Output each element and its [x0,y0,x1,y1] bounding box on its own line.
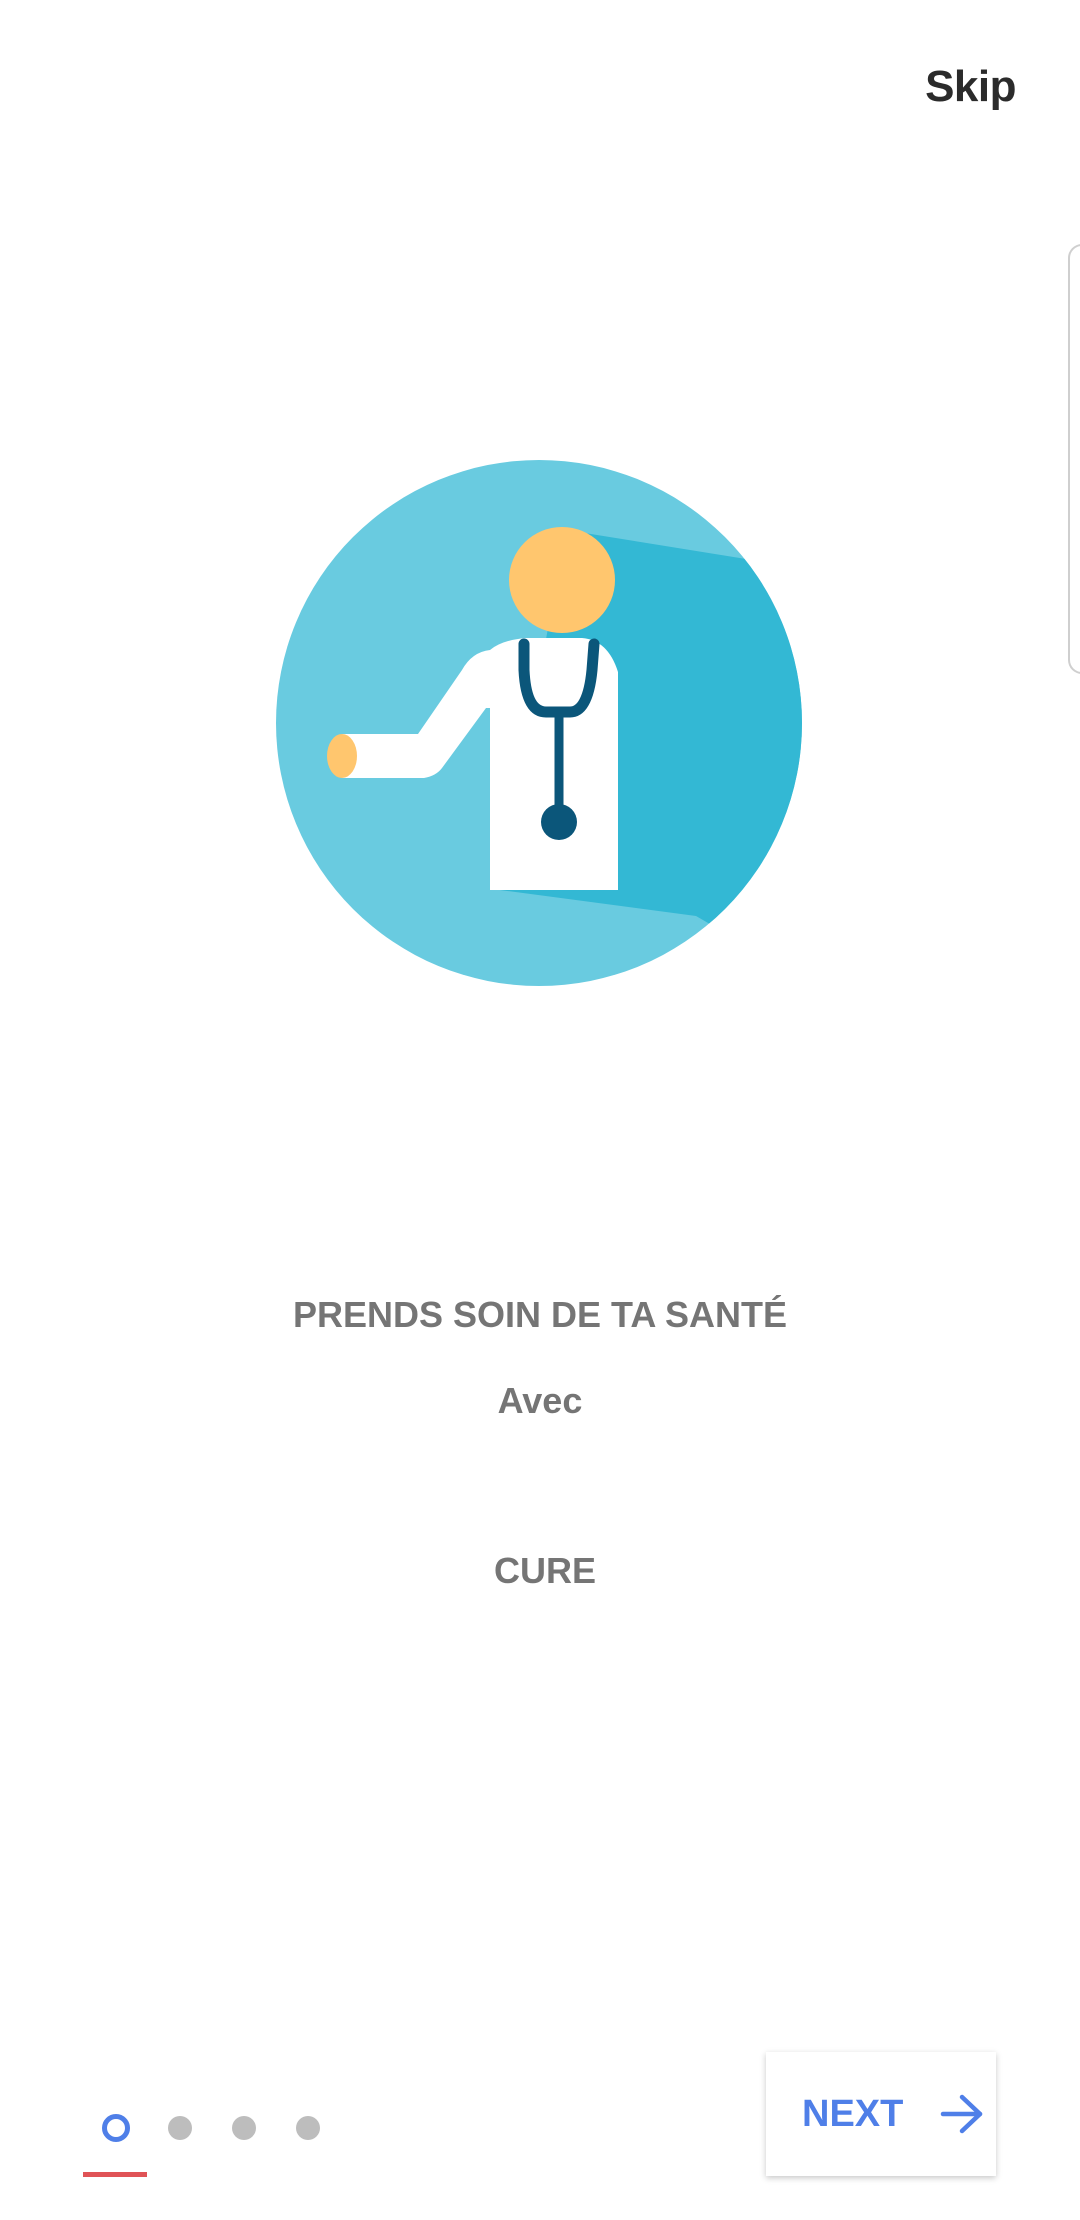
page-dot-4[interactable] [296,2116,320,2140]
edge-panel-handle[interactable] [1068,244,1080,674]
onboarding-subtitle: Avec [497,1380,583,1421]
page-dot-1[interactable] [102,2114,130,2142]
arrow-right-icon [940,2094,983,2134]
next-button[interactable]: NEXT [766,2052,996,2176]
page-indicator-underline [83,2172,147,2177]
page-indicator [0,2100,400,2200]
onboarding-screen: Skip PRENDS SOIN DE TA SANTÉ Avec CURE N… [0,0,1080,2220]
doctor-illustration-icon [276,460,802,986]
page-dot-3[interactable] [232,2116,256,2140]
onboarding-title: PRENDS SOIN DE TA SANTÉ [292,1294,788,1335]
doctor-hand [327,734,357,778]
skip-button[interactable]: Skip [925,62,1016,112]
page-dot-2[interactable] [168,2116,192,2140]
stethoscope-chestpiece [541,804,577,840]
brand-name: CURE [493,1550,596,1591]
doctor-head [509,527,615,633]
next-label: NEXT [802,2093,904,2135]
doctor-coat [490,638,618,890]
